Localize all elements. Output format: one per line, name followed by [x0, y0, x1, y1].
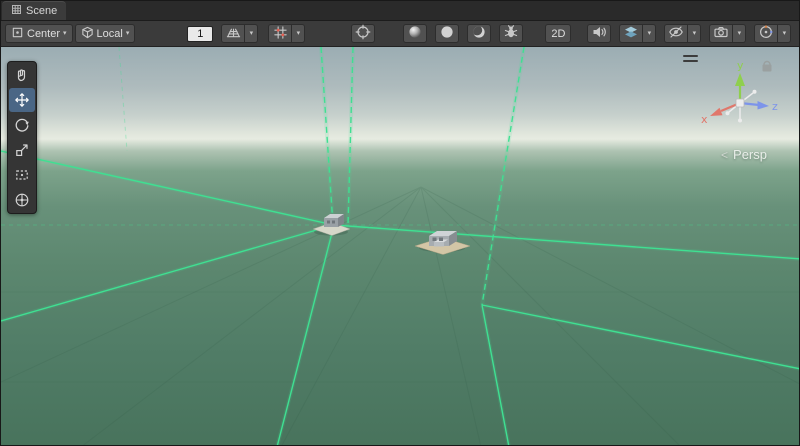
- tab-scene-label: Scene: [26, 5, 57, 17]
- crosshair-circle-icon: [355, 24, 371, 43]
- rotate-tool-button[interactable]: [9, 113, 35, 137]
- move-tool-button[interactable]: [9, 88, 35, 112]
- increment-snap-dropdown[interactable]: ▾: [292, 24, 305, 43]
- axis-cube-icon: [81, 26, 94, 42]
- audio-speaker-icon: [591, 24, 607, 43]
- scene-viewport[interactable]: y x z < Persp: [1, 47, 800, 446]
- gizmo-x-cone[interactable]: [710, 108, 723, 116]
- gizmo-y-cone[interactable]: [735, 73, 745, 86]
- effects-layers-icon: [623, 24, 639, 43]
- view-tool-button[interactable]: [9, 63, 35, 87]
- crescent-moon-icon: [471, 24, 487, 43]
- grid-snap-group: ▾: [221, 24, 258, 43]
- orientation-label: Local: [97, 28, 123, 40]
- flat-circle-icon: [439, 24, 455, 43]
- camera-icon: [713, 24, 729, 43]
- gizmo-z-cone[interactable]: [758, 101, 770, 110]
- gizmo-sphere-icon: [758, 24, 774, 43]
- increment-snap-group: ▾: [268, 24, 305, 43]
- audio-toggle-button[interactable]: [587, 24, 611, 43]
- gizmo-x-label: x: [701, 113, 708, 126]
- shaded-sphere-button[interactable]: [403, 24, 427, 43]
- lock-icon[interactable]: [763, 62, 772, 72]
- shaded-sphere-icon: [407, 24, 423, 43]
- projection-toggle[interactable]: < Persp: [721, 147, 767, 162]
- scene-toolbar: Center ▾ Local ▾ ▾: [1, 21, 799, 47]
- dropdown-arrow-icon: ▾: [693, 30, 697, 37]
- dropdown-arrow-icon: ▾: [250, 30, 254, 37]
- dropdown-arrow-icon: ▾: [648, 30, 652, 37]
- dropdown-arrow-icon: ▾: [297, 30, 301, 37]
- 2d-label: 2D: [551, 28, 565, 40]
- tool-palette: [7, 61, 37, 214]
- pivot-icon: [11, 26, 24, 42]
- pivot-label: Center: [27, 28, 60, 40]
- gizmos-dropdown[interactable]: ▾: [778, 24, 791, 43]
- chevron-left-icon: <: [721, 148, 728, 162]
- grid-snap-button[interactable]: [221, 24, 245, 43]
- increment-snap-icon: [273, 25, 288, 43]
- axis-gizmo[interactable]: y x z: [693, 55, 783, 145]
- gizmo-y-label: y: [737, 59, 744, 72]
- crosshair-button[interactable]: [351, 24, 375, 43]
- effects-dropdown[interactable]: ▾: [643, 24, 656, 43]
- dropdown-arrow-icon: ▾: [738, 30, 742, 37]
- tab-strip: Scene: [1, 1, 799, 21]
- projection-label: Persp: [733, 147, 767, 162]
- rect-tool-button[interactable]: [9, 163, 35, 187]
- crescent-button[interactable]: [467, 24, 491, 43]
- gizmo-center-cube[interactable]: [736, 99, 744, 107]
- visibility-dropdown[interactable]: ▾: [688, 24, 701, 43]
- grid-snap-dropdown[interactable]: ▾: [245, 24, 258, 43]
- effects-group: ▾: [619, 24, 656, 43]
- pivot-dropdown[interactable]: Center ▾: [5, 24, 73, 43]
- camera-button[interactable]: [709, 24, 733, 43]
- selection-wireframe: [1, 47, 800, 446]
- snap-size-field[interactable]: [187, 26, 213, 42]
- dropdown-arrow-icon: ▾: [63, 30, 67, 37]
- terrain-grid: [1, 187, 800, 446]
- 2d-toggle-button[interactable]: 2D: [545, 24, 571, 43]
- scale-tool-button[interactable]: [9, 138, 35, 162]
- gizmo-z-label: z: [772, 100, 778, 113]
- visibility-button[interactable]: [664, 24, 688, 43]
- orientation-dropdown[interactable]: Local ▾: [75, 24, 136, 43]
- camera-dropdown[interactable]: ▾: [733, 24, 746, 43]
- dropdown-arrow-icon: ▾: [126, 30, 130, 37]
- gizmos-button[interactable]: [754, 24, 778, 43]
- bug-icon: [503, 24, 519, 43]
- grid-icon: [11, 4, 22, 18]
- visibility-eye-icon: [668, 24, 684, 43]
- effects-button[interactable]: [619, 24, 643, 43]
- flat-circle-button[interactable]: [435, 24, 459, 43]
- dropdown-arrow-icon: ▾: [783, 30, 787, 37]
- gizmos-group: ▾: [754, 24, 791, 43]
- visibility-group: ▾: [664, 24, 701, 43]
- scene-window: Scene Center ▾ Local ▾: [0, 0, 800, 446]
- grid-snap-icon: [226, 25, 241, 43]
- transform-tool-button[interactable]: [9, 188, 35, 212]
- camera-group: ▾: [709, 24, 746, 43]
- bug-button[interactable]: [499, 24, 523, 43]
- increment-snap-button[interactable]: [268, 24, 292, 43]
- tab-scene[interactable]: Scene: [2, 1, 66, 20]
- scene-canvas[interactable]: [1, 47, 800, 446]
